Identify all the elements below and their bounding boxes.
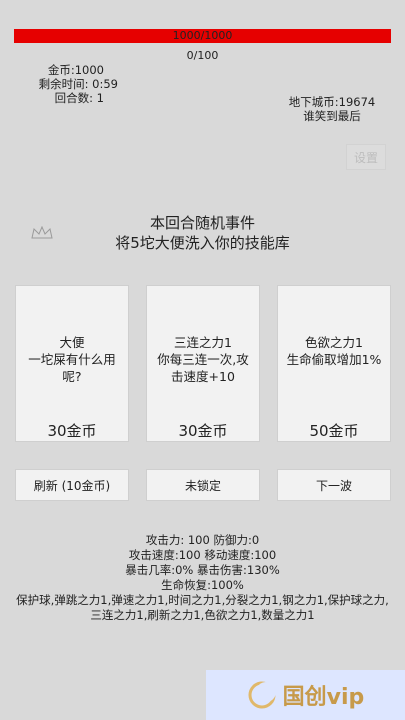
next-wave-button[interactable]: 下一波 — [277, 469, 391, 501]
dungeon-coins: 地下城币:19674 谁笑到最后 — [285, 95, 379, 123]
watermark: 国创vip — [206, 670, 405, 720]
player-stats: 金币:1000 剩余时间: 0:59 回合数: 1 — [30, 63, 118, 105]
watermark-text: 国创vip — [282, 685, 365, 710]
hp-text: 1000/1000 — [172, 29, 233, 42]
moon-logo-icon — [248, 681, 276, 709]
event-text: 将5坨大便洗入你的技能库 — [115, 234, 290, 252]
card-text: 生命偷取增加1% — [286, 352, 382, 367]
random-event: 本回合随机事件 将5坨大便洗入你的技能库 — [0, 213, 405, 253]
time-stat: 剩余时间: 0:59 — [38, 77, 118, 91]
exp-text: 0/100 — [186, 49, 219, 62]
card-title: 大便 — [59, 335, 85, 350]
shop-card-1[interactable]: 大便 一坨屎有什么用呢? 30金币 — [15, 285, 129, 442]
round-stat: 回合数: 1 — [54, 91, 104, 105]
lock-button[interactable]: 未锁定 — [146, 469, 260, 501]
shop-card-3[interactable]: 色欲之力1 生命偷取增加1% 50金币 — [277, 285, 391, 442]
settings-button[interactable]: 设置 — [346, 144, 386, 170]
regen-stats: 生命恢复:100% — [161, 578, 244, 592]
card-title: 色欲之力1 — [305, 335, 363, 350]
card-description: 三连之力1 你每三连一次,攻击速度+10 — [153, 334, 253, 385]
dungeon-subtitle: 谁笑到最后 — [303, 109, 361, 123]
attack-defense: 攻击力: 100 防御力:0 — [145, 533, 260, 547]
skill-list: 保护球,弹跳之力1,弹速之力1,时间之力1,分裂之力1,钢之力1,保护球之力,三… — [16, 593, 389, 622]
card-price: 30金币 — [47, 422, 97, 440]
event-title: 本回合随机事件 — [149, 214, 255, 232]
card-title: 三连之力1 — [174, 335, 232, 350]
card-text: 一坨屎有什么用呢? — [28, 352, 116, 384]
card-description: 大便 一坨屎有什么用呢? — [22, 334, 122, 385]
shop-card-2[interactable]: 三连之力1 你每三连一次,攻击速度+10 30金币 — [146, 285, 260, 442]
refresh-button[interactable]: 刷新 (10金币) — [15, 469, 129, 501]
card-description: 色欲之力1 生命偷取增加1% — [284, 334, 384, 368]
card-text: 你每三连一次,攻击速度+10 — [157, 352, 249, 384]
crit-stats: 暴击几率:0% 暴击伤害:130% — [125, 563, 280, 577]
card-price: 50金币 — [309, 422, 359, 440]
card-price: 30金币 — [178, 422, 228, 440]
speed-stats: 攻击速度:100 移动速度:100 — [128, 548, 277, 562]
gold-stat: 金币:1000 — [47, 63, 104, 77]
dungeon-coins-value: 地下城币:19674 — [288, 95, 376, 109]
